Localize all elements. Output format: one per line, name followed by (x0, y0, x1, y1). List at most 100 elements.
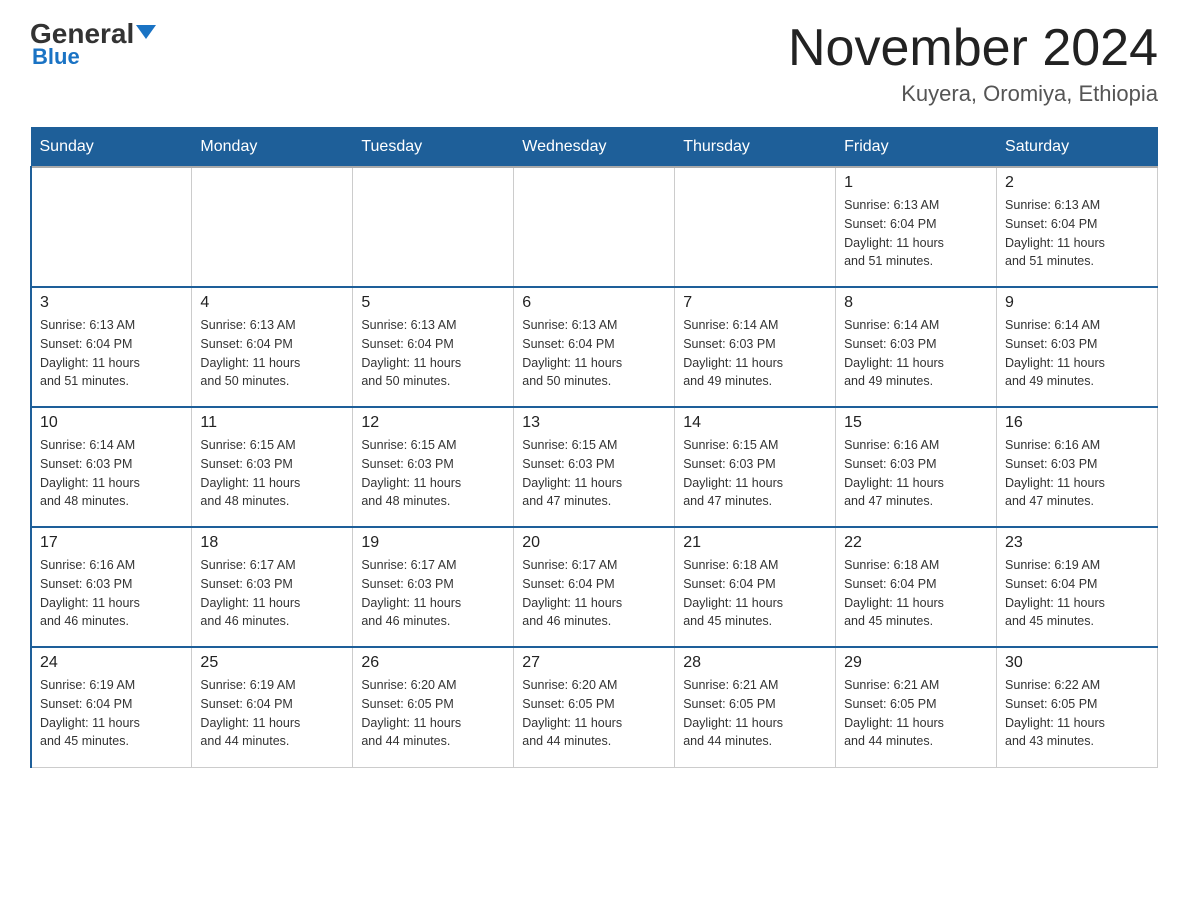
day-number: 9 (1005, 294, 1149, 312)
logo-blue: Blue (32, 44, 80, 70)
month-title: November 2024 (788, 20, 1158, 77)
page-header: General Blue November 2024 Kuyera, Oromi… (30, 20, 1158, 107)
calendar-cell: 11Sunrise: 6:15 AM Sunset: 6:03 PM Dayli… (192, 407, 353, 527)
day-number: 23 (1005, 534, 1149, 552)
calendar-week-row: 1 Sunrise: 6:13 AM Sunset: 6:04 PM Daylig… (31, 167, 1158, 287)
day-number: 26 (361, 654, 505, 672)
day-info: Sunrise: 6:13 AM Sunset: 6:04 PM Dayligh… (200, 316, 344, 391)
weekday-header-friday: Friday (836, 128, 997, 168)
day-number: 6 (522, 294, 666, 312)
day-number: 18 (200, 534, 344, 552)
day-info: Sunrise: 6:22 AM Sunset: 6:05 PM Dayligh… (1005, 676, 1149, 751)
calendar-cell: 21Sunrise: 6:18 AM Sunset: 6:04 PM Dayli… (675, 527, 836, 647)
day-info: Sunrise: 6:15 AM Sunset: 6:03 PM Dayligh… (200, 436, 344, 511)
day-number: 12 (361, 414, 505, 432)
calendar-week-row: 17 Sunrise: 6:16 AM Sunset: 6:03 PM Dayli… (31, 527, 1158, 647)
day-info: Sunrise: 6:18 AM Sunset: 6:04 PM Dayligh… (844, 556, 988, 631)
calendar-cell: 8 Sunrise: 6:14 AM Sunset: 6:03 PM Daylig… (836, 287, 997, 407)
weekday-header-wednesday: Wednesday (514, 128, 675, 168)
day-number: 19 (361, 534, 505, 552)
day-info: Sunrise: 6:13 AM Sunset: 6:04 PM Dayligh… (361, 316, 505, 391)
day-number: 27 (522, 654, 666, 672)
day-info: Sunrise: 6:16 AM Sunset: 6:03 PM Dayligh… (844, 436, 988, 511)
day-info: Sunrise: 6:16 AM Sunset: 6:03 PM Dayligh… (40, 556, 183, 631)
calendar-cell: 24 Sunrise: 6:19 AM Sunset: 6:04 PM Dayli… (31, 647, 192, 767)
day-info: Sunrise: 6:15 AM Sunset: 6:03 PM Dayligh… (522, 436, 666, 511)
title-block: November 2024 Kuyera, Oromiya, Ethiopia (788, 20, 1158, 107)
calendar-cell: 17 Sunrise: 6:16 AM Sunset: 6:03 PM Dayli… (31, 527, 192, 647)
day-info: Sunrise: 6:21 AM Sunset: 6:05 PM Dayligh… (844, 676, 988, 751)
day-info: Sunrise: 6:15 AM Sunset: 6:03 PM Dayligh… (683, 436, 827, 511)
day-number: 15 (844, 414, 988, 432)
day-info: Sunrise: 6:17 AM Sunset: 6:03 PM Dayligh… (200, 556, 344, 631)
day-number: 28 (683, 654, 827, 672)
calendar-cell: 14 Sunrise: 6:15 AM Sunset: 6:03 PM Dayli… (675, 407, 836, 527)
calendar-cell (514, 167, 675, 287)
day-info: Sunrise: 6:20 AM Sunset: 6:05 PM Dayligh… (522, 676, 666, 751)
day-number: 29 (844, 654, 988, 672)
day-info: Sunrise: 6:15 AM Sunset: 6:03 PM Dayligh… (361, 436, 505, 511)
calendar-table: SundayMondayTuesdayWednesdayThursdayFrid… (30, 127, 1158, 768)
day-info: Sunrise: 6:21 AM Sunset: 6:05 PM Dayligh… (683, 676, 827, 751)
day-info: Sunrise: 6:14 AM Sunset: 6:03 PM Dayligh… (844, 316, 988, 391)
calendar-cell: 7Sunrise: 6:14 AM Sunset: 6:03 PM Daylig… (675, 287, 836, 407)
calendar-cell: 20 Sunrise: 6:17 AM Sunset: 6:04 PM Dayli… (514, 527, 675, 647)
day-number: 14 (683, 414, 827, 432)
day-number: 2 (1005, 174, 1149, 192)
day-number: 25 (200, 654, 344, 672)
day-number: 13 (522, 414, 666, 432)
day-info: Sunrise: 6:13 AM Sunset: 6:04 PM Dayligh… (1005, 196, 1149, 271)
day-number: 20 (522, 534, 666, 552)
day-number: 17 (40, 534, 183, 552)
day-info: Sunrise: 6:17 AM Sunset: 6:04 PM Dayligh… (522, 556, 666, 631)
day-number: 3 (40, 294, 183, 312)
calendar-cell: 9Sunrise: 6:14 AM Sunset: 6:03 PM Daylig… (997, 287, 1158, 407)
day-number: 10 (40, 414, 183, 432)
calendar-cell: 1Sunrise: 6:13 AM Sunset: 6:04 PM Daylig… (836, 167, 997, 287)
calendar-header: SundayMondayTuesdayWednesdayThursdayFrid… (31, 128, 1158, 168)
day-number: 22 (844, 534, 988, 552)
calendar-cell: 22 Sunrise: 6:18 AM Sunset: 6:04 PM Dayli… (836, 527, 997, 647)
calendar-cell: 4 Sunrise: 6:13 AM Sunset: 6:04 PM Daylig… (192, 287, 353, 407)
calendar-cell (192, 167, 353, 287)
calendar-cell: 15 Sunrise: 6:16 AM Sunset: 6:03 PM Dayli… (836, 407, 997, 527)
location-title: Kuyera, Oromiya, Ethiopia (788, 81, 1158, 107)
calendar-cell: 26 Sunrise: 6:20 AM Sunset: 6:05 PM Dayli… (353, 647, 514, 767)
day-info: Sunrise: 6:19 AM Sunset: 6:04 PM Dayligh… (40, 676, 183, 751)
calendar-cell (353, 167, 514, 287)
calendar-cell: 29 Sunrise: 6:21 AM Sunset: 6:05 PM Dayli… (836, 647, 997, 767)
calendar-body: 1 Sunrise: 6:13 AM Sunset: 6:04 PM Daylig… (31, 167, 1158, 767)
weekday-header-monday: Monday (192, 128, 353, 168)
day-info: Sunrise: 6:18 AM Sunset: 6:04 PM Dayligh… (683, 556, 827, 631)
day-number: 24 (40, 654, 183, 672)
day-number: 16 (1005, 414, 1149, 432)
day-info: Sunrise: 6:13 AM Sunset: 6:04 PM Dayligh… (522, 316, 666, 391)
day-number: 30 (1005, 654, 1149, 672)
weekday-header-thursday: Thursday (675, 128, 836, 168)
calendar-cell: 19Sunrise: 6:17 AM Sunset: 6:03 PM Dayli… (353, 527, 514, 647)
day-info: Sunrise: 6:19 AM Sunset: 6:04 PM Dayligh… (200, 676, 344, 751)
logo: General Blue (30, 20, 156, 70)
calendar-cell (675, 167, 836, 287)
day-info: Sunrise: 6:14 AM Sunset: 6:03 PM Dayligh… (40, 436, 183, 511)
day-number: 1 (844, 174, 988, 192)
calendar-cell: 27 Sunrise: 6:20 AM Sunset: 6:05 PM Dayli… (514, 647, 675, 767)
calendar-cell: 18 Sunrise: 6:17 AM Sunset: 6:03 PM Dayli… (192, 527, 353, 647)
weekday-header-saturday: Saturday (997, 128, 1158, 168)
day-info: Sunrise: 6:16 AM Sunset: 6:03 PM Dayligh… (1005, 436, 1149, 511)
calendar-week-row: 24 Sunrise: 6:19 AM Sunset: 6:04 PM Dayli… (31, 647, 1158, 767)
calendar-cell: 30 Sunrise: 6:22 AM Sunset: 6:05 PM Dayli… (997, 647, 1158, 767)
weekday-header-sunday: Sunday (31, 128, 192, 168)
day-info: Sunrise: 6:20 AM Sunset: 6:05 PM Dayligh… (361, 676, 505, 751)
day-info: Sunrise: 6:13 AM Sunset: 6:04 PM Dayligh… (40, 316, 183, 391)
weekday-header-row: SundayMondayTuesdayWednesdayThursdayFrid… (31, 128, 1158, 168)
day-number: 5 (361, 294, 505, 312)
day-number: 8 (844, 294, 988, 312)
logo-triangle-icon (136, 25, 156, 39)
day-number: 4 (200, 294, 344, 312)
calendar-cell: 5 Sunrise: 6:13 AM Sunset: 6:04 PM Daylig… (353, 287, 514, 407)
calendar-cell: 12 Sunrise: 6:15 AM Sunset: 6:03 PM Dayli… (353, 407, 514, 527)
calendar-cell (31, 167, 192, 287)
day-info: Sunrise: 6:14 AM Sunset: 6:03 PM Dayligh… (683, 316, 827, 391)
calendar-week-row: 3 Sunrise: 6:13 AM Sunset: 6:04 PM Daylig… (31, 287, 1158, 407)
